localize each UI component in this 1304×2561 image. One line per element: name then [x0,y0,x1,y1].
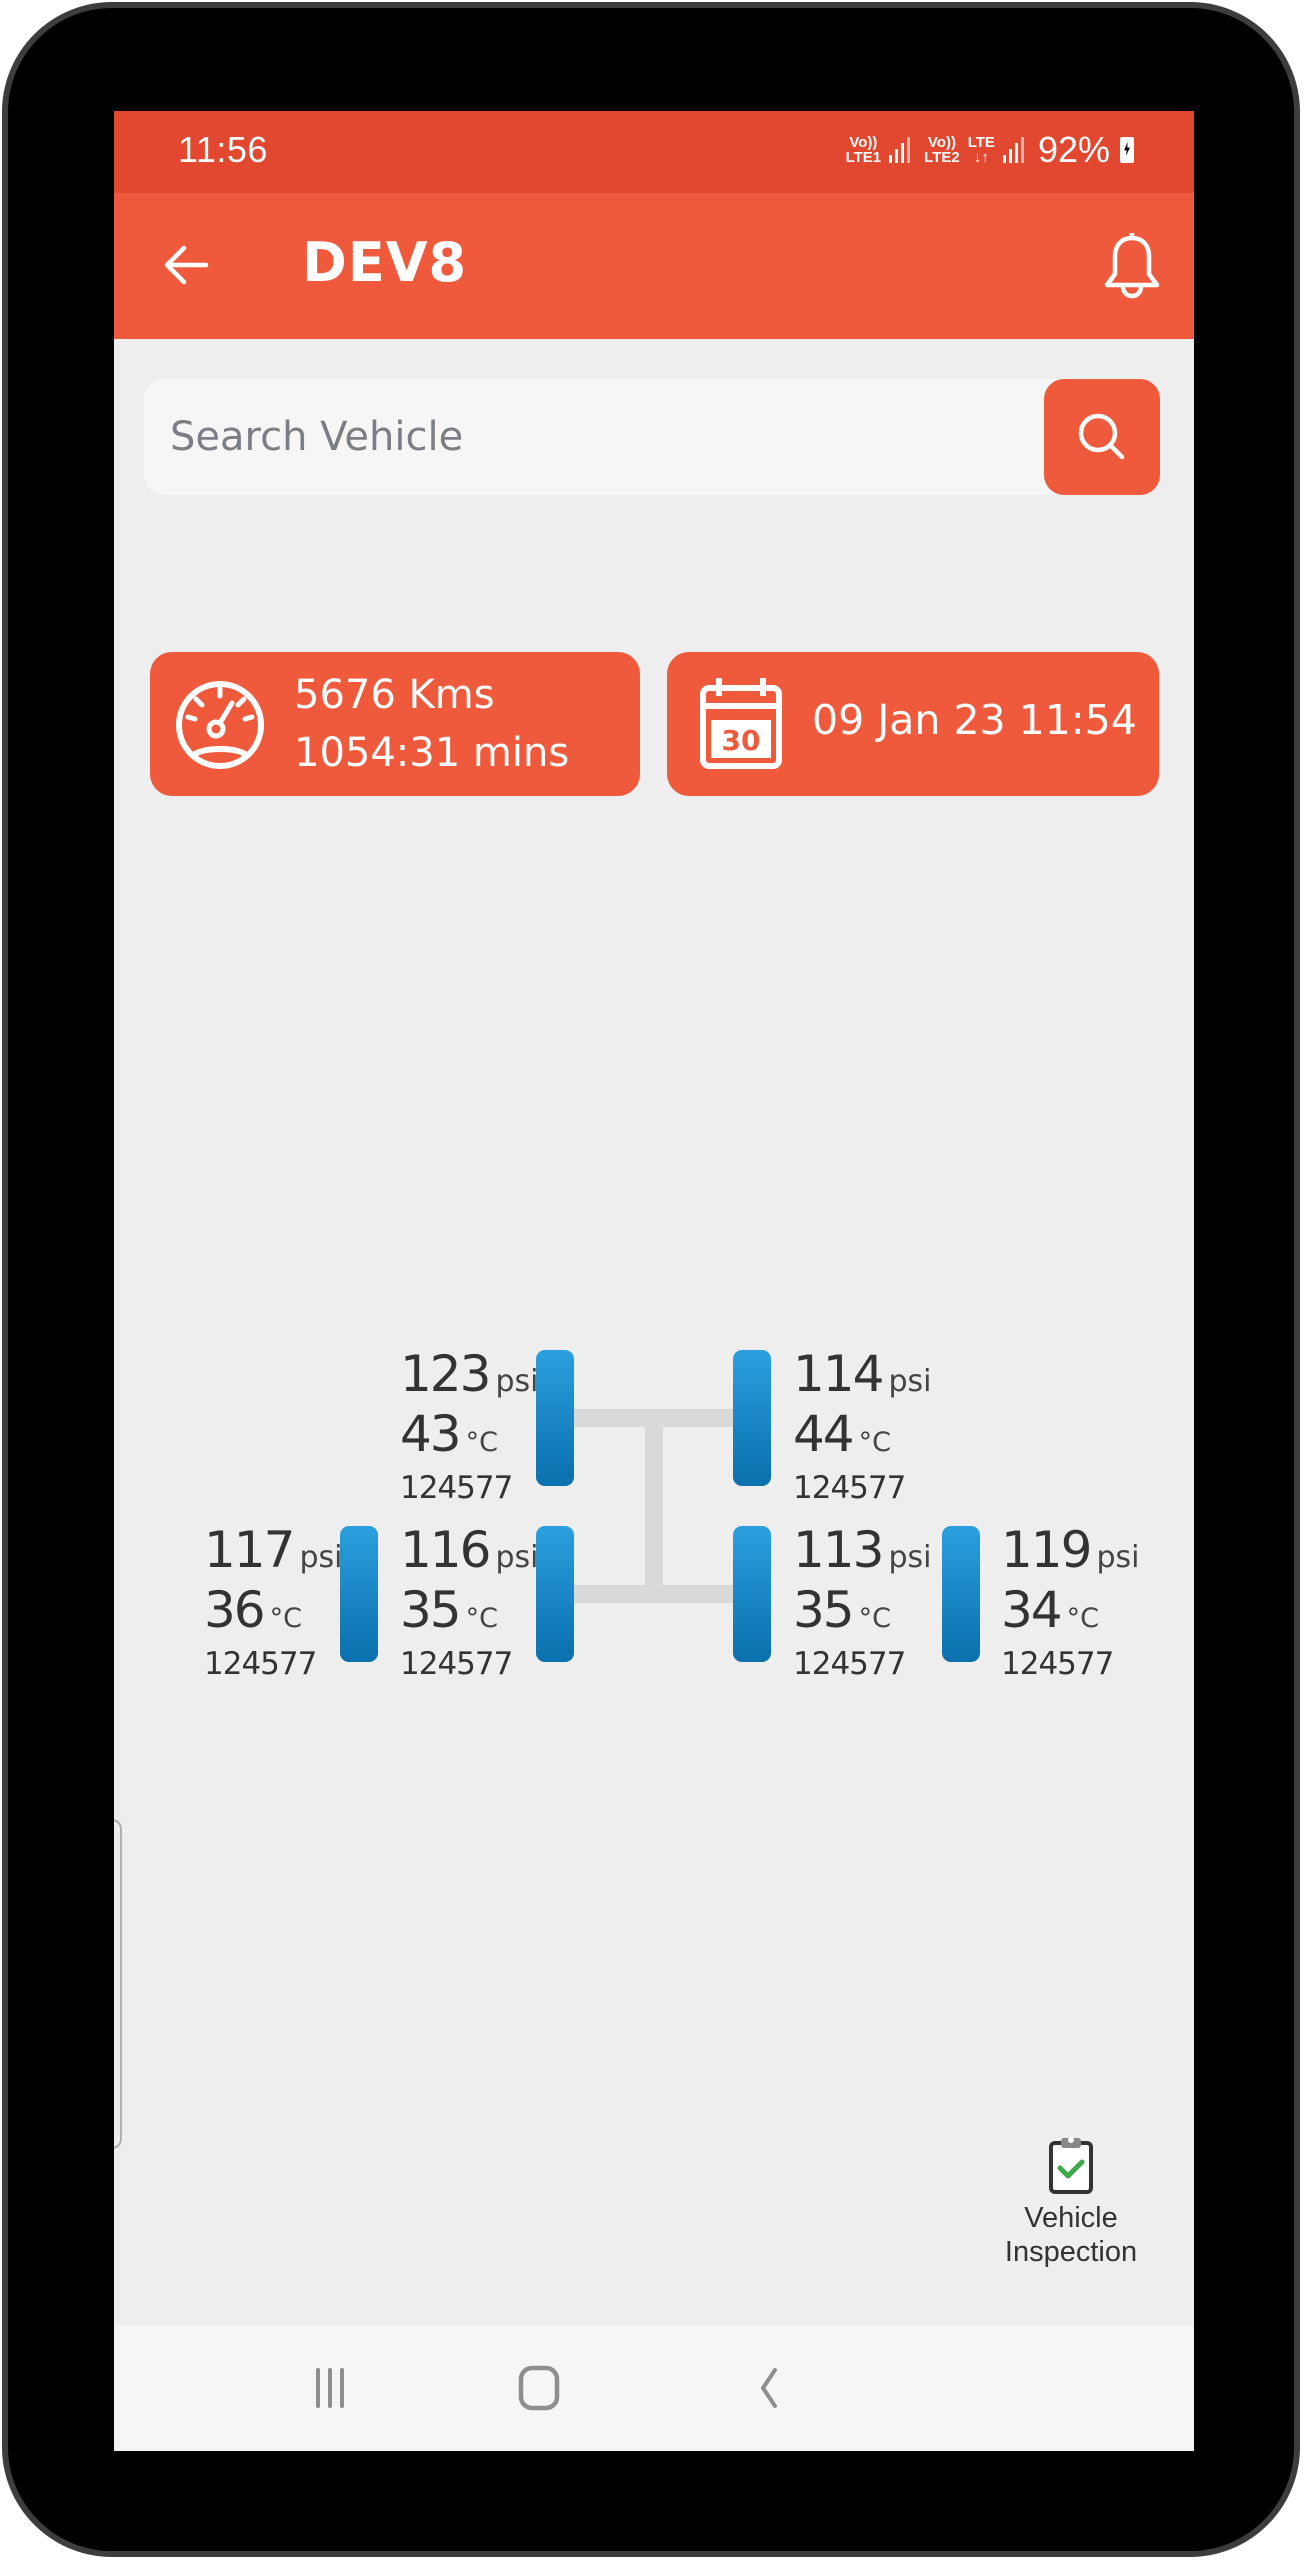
tyre-front-right[interactable] [733,1350,771,1486]
temperature-unit: °C [858,1603,891,1634]
temperature-unit: °C [465,1427,498,1458]
temperature-value: 43 [400,1405,462,1463]
edge-panel-handle[interactable] [114,1819,122,2149]
temperature-unit: °C [465,1603,498,1634]
temperature-unit: °C [269,1603,302,1634]
pressure-value: 123 [400,1345,491,1403]
tyre-rear-right-inner[interactable] [733,1526,771,1662]
sensor-id: 124577 [1001,1646,1114,1682]
sensor-id: 124577 [204,1646,317,1682]
pressure-value: 116 [400,1521,491,1579]
pressure-unit: psi [495,1364,539,1399]
tyre-reading-rear-right-outer: 119 psi 34 °C 124577 [1001,1523,1139,1684]
temperature-unit: °C [858,1427,891,1458]
vehicle-inspection-button[interactable]: Vehicle Inspection [996,2135,1146,2269]
sensor-id: 124577 [400,1470,513,1506]
pressure-value: 119 [1001,1521,1092,1579]
sensor-id: 124577 [793,1646,906,1682]
temperature-value: 35 [400,1581,462,1639]
pressure-unit: psi [888,1540,932,1575]
tyre-reading-front-left: 123 psi 43 °C 124577 [400,1347,538,1508]
home-icon [518,2365,560,2411]
back-icon [761,2368,777,2408]
temperature-unit: °C [1066,1603,1099,1634]
inspection-label-line2: Inspection [1004,2236,1138,2268]
pressure-unit: psi [888,1364,932,1399]
tyre-rear-right-outer[interactable] [942,1526,980,1662]
temperature-value: 34 [1001,1581,1063,1639]
tyre-reading-rear-right-inner: 113 psi 35 °C 124577 [793,1523,931,1684]
tyre-front-left[interactable] [536,1350,574,1486]
inspection-label-line1: Vehicle [1024,2202,1118,2234]
home-button[interactable] [509,2363,569,2413]
tyre-reading-rear-left-inner: 116 psi 35 °C 124577 [400,1523,538,1684]
tyre-layout-diagram: 123 psi 43 °C 124577 114 psi 44 °C 124577 11… [114,111,1194,2451]
chassis-spine [645,1409,663,1603]
pressure-value: 113 [793,1521,884,1579]
tyre-rear-left-inner[interactable] [536,1526,574,1662]
recents-button[interactable] [300,2363,360,2413]
pressure-unit: psi [495,1540,539,1575]
sensor-id: 124577 [400,1646,513,1682]
pressure-unit: psi [299,1540,343,1575]
pressure-unit: psi [1096,1540,1140,1575]
temperature-value: 36 [204,1581,266,1639]
tyre-reading-front-right: 114 psi 44 °C 124577 [793,1347,931,1508]
system-back-button[interactable] [738,2363,798,2413]
sensor-id: 124577 [793,1470,906,1506]
tyre-rear-left-outer[interactable] [340,1526,378,1662]
pressure-value: 114 [793,1345,884,1403]
clipboard-check-icon [1049,2137,1093,2194]
tyre-reading-rear-left-outer: 117 psi 36 °C 124577 [204,1523,342,1684]
phone-screen: 11:56 Vo)) LTE1 Vo)) LTE2 LTE ↓↑ 92% DEV… [114,111,1194,2451]
temperature-value: 35 [793,1581,855,1639]
recents-icon [316,2368,344,2408]
pressure-value: 117 [204,1521,295,1579]
system-navigation-bar [114,2325,1194,2451]
temperature-value: 44 [793,1405,855,1463]
